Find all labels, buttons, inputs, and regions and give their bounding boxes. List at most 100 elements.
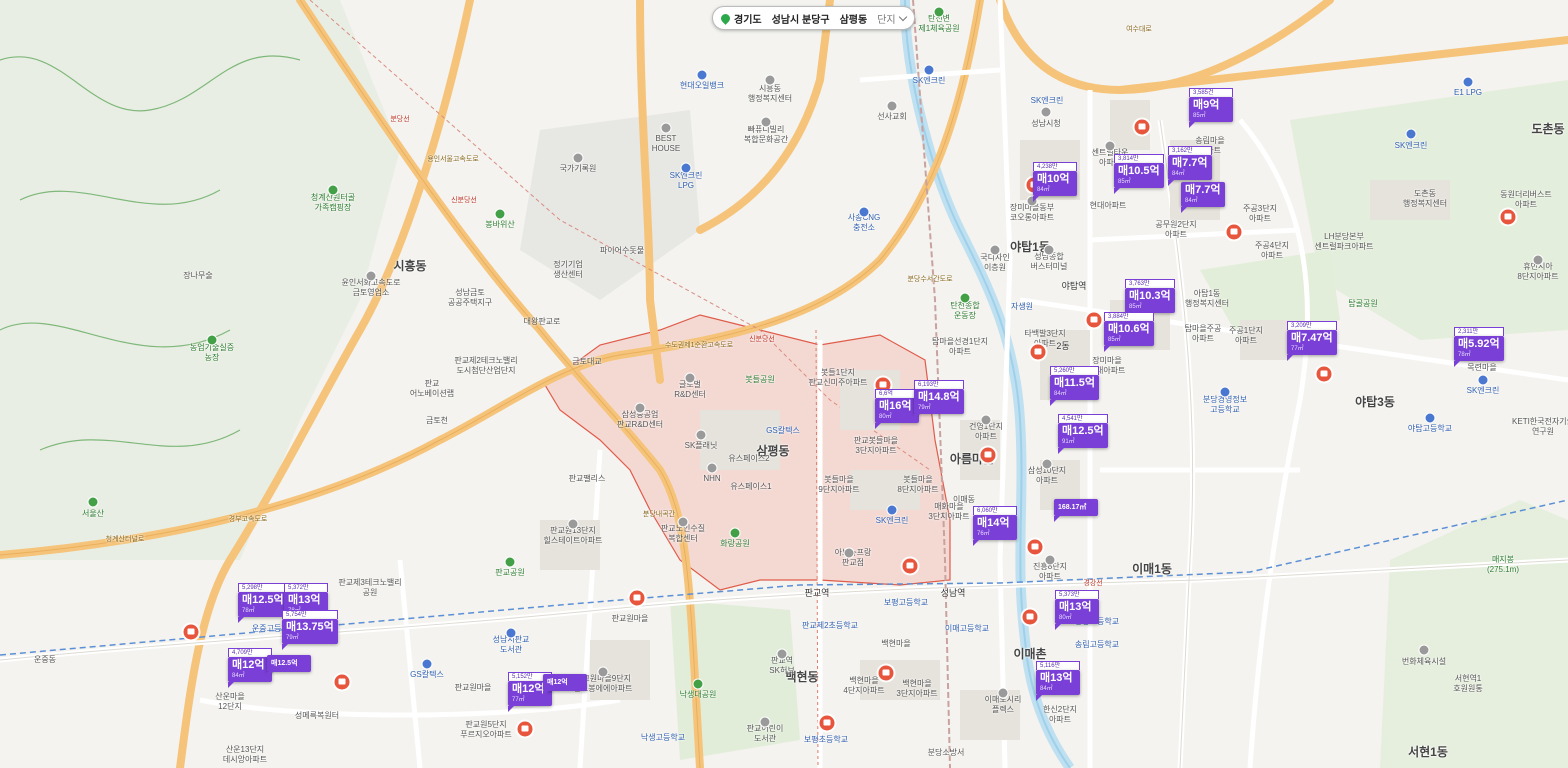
map-canvas[interactable]: 시흥동 삼평동 야탑1동 야탑3동 이매1동 도촌동 백현동 서현1동 이매촌 아름마을 국가기록원…: [0, 0, 1568, 768]
poi-dot-icon[interactable]: [695, 429, 707, 441]
breadcrumb-complex[interactable]: 단지: [877, 11, 895, 26]
price-marker[interactable]: 5,298만 매12.5억 78㎡: [238, 583, 288, 623]
poi-dot-icon[interactable]: [1477, 374, 1489, 386]
poi-dot-icon[interactable]: [1043, 244, 1055, 256]
school-pin-icon[interactable]: [1086, 312, 1102, 328]
price-marker[interactable]: 4,238만 매10억 84㎡: [1033, 162, 1077, 202]
price-marker[interactable]: 5,116만 매13억 84㎡: [1036, 661, 1080, 701]
poi-dot-icon[interactable]: [989, 244, 1001, 256]
poi-dot-icon[interactable]: [886, 504, 898, 516]
school-pin-icon[interactable]: [878, 665, 894, 681]
poi-dot-icon[interactable]: [696, 69, 708, 81]
price-marker[interactable]: 6,060만 매14억 76㎡: [973, 506, 1017, 546]
price-marker[interactable]: 3,884만 매10.6억 85㎡: [1104, 312, 1154, 352]
poi-dot-icon[interactable]: [494, 208, 506, 220]
breadcrumb-city[interactable]: 성남시 분당구: [772, 11, 830, 26]
poi-dot-icon[interactable]: [87, 496, 99, 508]
price-marker[interactable]: 3,209만 매7.47억 77㎡: [1287, 321, 1337, 361]
poi-dot-icon[interactable]: [886, 100, 898, 112]
price-marker[interactable]: 매7.7억 84㎡: [1181, 182, 1225, 213]
price-marker[interactable]: 매12억: [543, 674, 587, 697]
price-marker[interactable]: 6,193만 매14.8억 79㎡: [914, 380, 964, 420]
school-pin-icon[interactable]: [1500, 209, 1516, 225]
breadcrumb-province[interactable]: 경기도: [734, 11, 762, 26]
place-label: 청계산원터골 가족캠핑장: [310, 193, 356, 212]
poi-dot-icon[interactable]: [933, 6, 945, 18]
price-marker[interactable]: 4,709만 매12억 84㎡: [228, 648, 272, 688]
school-pin-icon[interactable]: [1226, 224, 1242, 240]
price-marker[interactable]: 3,585건 매9억 85㎡: [1189, 88, 1233, 128]
poi-dot-icon[interactable]: [684, 372, 696, 384]
price-marker[interactable]: 2,311만 매5.92억 78㎡: [1454, 327, 1504, 367]
poi-dot-icon[interactable]: [206, 334, 218, 346]
unit-area: 77㎡: [512, 697, 525, 703]
school-pin-icon[interactable]: [819, 715, 835, 731]
price-marker[interactable]: 3,814만 매10.5억 85㎡: [1114, 154, 1164, 194]
poi-dot-icon[interactable]: [759, 716, 771, 728]
poi-dot-icon[interactable]: [567, 518, 579, 530]
poi-dot-icon[interactable]: [1462, 76, 1474, 88]
location-pin-icon: [719, 11, 732, 25]
school-pin-icon[interactable]: [1316, 366, 1332, 382]
price-marker[interactable]: 3,162만 매7.7억 84㎡: [1168, 146, 1212, 186]
poi-dot-icon[interactable]: [843, 547, 855, 559]
price-marker[interactable]: 5,260만 매11.5억 84㎡: [1050, 366, 1100, 406]
poi-dot-icon[interactable]: [729, 527, 741, 539]
school-pin-icon[interactable]: [1030, 344, 1046, 360]
poi-dot-icon[interactable]: [980, 414, 992, 426]
poi-dot-icon[interactable]: [1418, 644, 1430, 656]
poi-dot-icon[interactable]: [504, 556, 516, 568]
poi-dot-icon[interactable]: [1532, 254, 1544, 266]
poi-dot-icon[interactable]: [776, 648, 788, 660]
school-pin-icon[interactable]: [1027, 539, 1043, 555]
school-pin-icon[interactable]: [183, 624, 199, 640]
place-label: 판교제3테크노밸리 공원: [338, 578, 402, 597]
price-per-area: 4,541만: [1058, 414, 1108, 423]
poi-dot-icon[interactable]: [1424, 412, 1436, 424]
school-pin-icon[interactable]: [334, 674, 350, 690]
school-pin-icon[interactable]: [1022, 609, 1038, 625]
poi-dot-icon[interactable]: [858, 206, 870, 218]
chevron-down-icon[interactable]: [898, 12, 907, 21]
price-marker[interactable]: 4,541만 매12.5억 91㎡: [1058, 414, 1108, 454]
poi-dot-icon[interactable]: [760, 116, 772, 128]
poi-dot-icon[interactable]: [677, 516, 689, 528]
price-marker[interactable]: 168.17㎡: [1054, 499, 1098, 522]
school-pin-icon[interactable]: [1134, 119, 1150, 135]
poi-dot-icon[interactable]: [634, 402, 646, 414]
poi-dot-icon[interactable]: [597, 666, 609, 678]
poi-dot-icon[interactable]: [1405, 128, 1417, 140]
area-label: 이매촌: [1013, 647, 1047, 661]
poi-dot-icon[interactable]: [1044, 554, 1056, 566]
price-marker[interactable]: 6,6억 매16억 80㎡: [875, 389, 919, 429]
poi-dot-icon[interactable]: [959, 292, 971, 304]
poi-dot-icon[interactable]: [1219, 386, 1231, 398]
poi-dot-icon[interactable]: [923, 64, 935, 76]
place-label: 서울산: [81, 509, 105, 518]
poi-dot-icon[interactable]: [997, 687, 1009, 699]
school-pin-icon[interactable]: [629, 590, 645, 606]
poi-dot-icon[interactable]: [680, 162, 692, 174]
place-label: 금토대교: [572, 357, 602, 366]
poi-dot-icon[interactable]: [764, 74, 776, 86]
poi-dot-icon[interactable]: [660, 122, 672, 134]
poi-dot-icon[interactable]: [692, 678, 704, 690]
price-marker[interactable]: 5,373만 매13억 80㎡: [1055, 590, 1099, 630]
poi-dot-icon[interactable]: [706, 462, 718, 474]
sale-price: 매7.7억: [1185, 184, 1221, 196]
place-label: 판교역: [804, 588, 830, 598]
poi-dot-icon[interactable]: [421, 658, 433, 670]
poi-dot-icon[interactable]: [327, 184, 339, 196]
price-marker[interactable]: 매12.5억: [267, 655, 311, 678]
school-pin-icon[interactable]: [902, 558, 918, 574]
school-pin-icon[interactable]: [980, 447, 996, 463]
poi-dot-icon[interactable]: [505, 627, 517, 639]
poi-dot-icon[interactable]: [365, 270, 377, 282]
price-marker[interactable]: 5,754만 매13.75억 79㎡: [282, 610, 338, 650]
breadcrumb-dong[interactable]: 삼평동: [840, 11, 868, 26]
school-pin-icon[interactable]: [517, 721, 533, 737]
poi-dot-icon[interactable]: [572, 152, 584, 164]
poi-dot-icon[interactable]: [1040, 106, 1052, 118]
poi-dot-icon[interactable]: [1104, 140, 1116, 152]
poi-dot-icon[interactable]: [1041, 458, 1053, 470]
